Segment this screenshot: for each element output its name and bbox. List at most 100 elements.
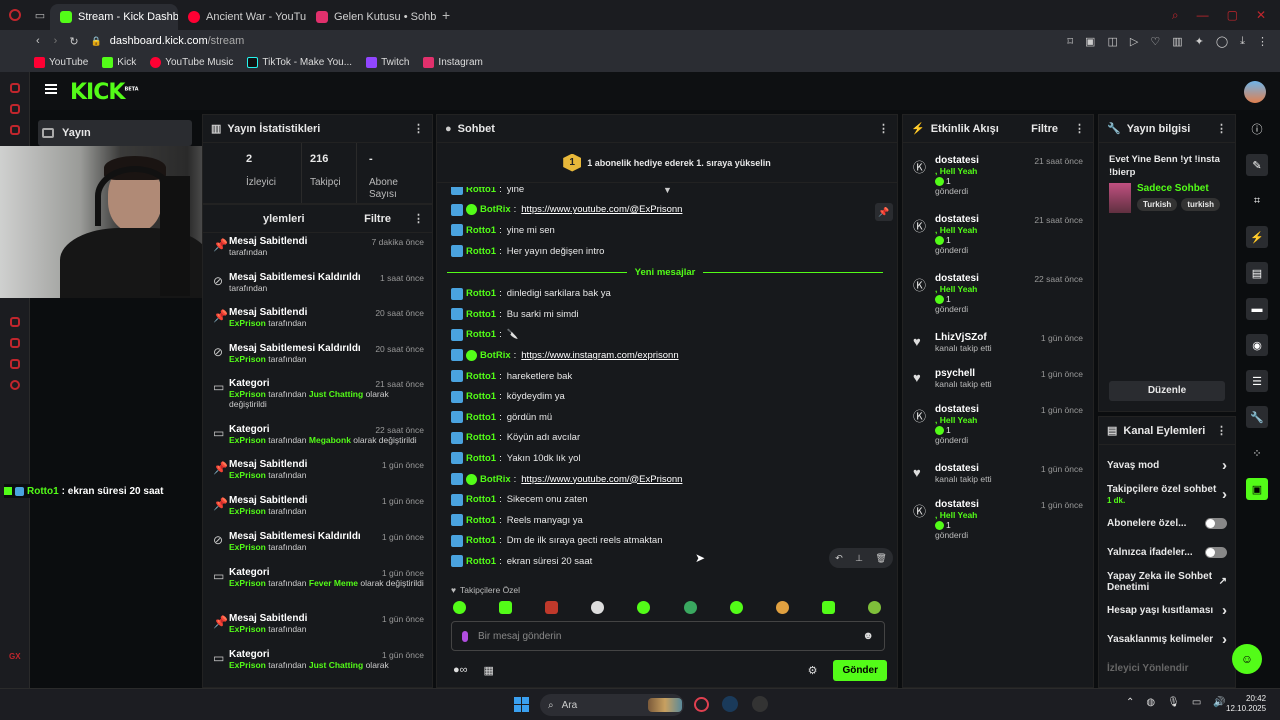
download-icon[interactable]: ⤓	[1240, 35, 1245, 48]
mod-actions-filter-button[interactable]: Filtre	[364, 213, 391, 225]
activity-item[interactable]: ♥ LhizVjSZof 1 gün önce kanalı takip etti	[903, 326, 1093, 362]
browser-menu-icon[interactable]	[0, 0, 30, 30]
mod-action-user[interactable]: ExPrison	[229, 435, 266, 445]
tools-icon[interactable]: 🔧	[1246, 406, 1268, 428]
activity-item[interactable]: Ⓚdostatesi 21 saat önce, Hell Yeah 1 gönder…	[903, 149, 1093, 208]
sidebar-bag-icon[interactable]	[9, 104, 20, 114]
steam-taskbar-icon[interactable]	[722, 696, 738, 712]
chat-message[interactable]: Rotto1: Sikecem onu zaten	[445, 489, 885, 510]
new-tab-button[interactable]: +	[436, 7, 456, 23]
back-icon[interactable]: ‹	[36, 35, 40, 47]
tray-mic-icon[interactable]: 🎙	[1167, 697, 1180, 708]
chat-username[interactable]: Rotto1	[466, 391, 496, 402]
opera-gx-taskbar-icon[interactable]	[694, 697, 709, 712]
chat-message[interactable]: BotRix: https://www.instagram.com/expriso…	[445, 345, 885, 366]
mod-action-user[interactable]: ExPrison	[229, 318, 266, 328]
tab-kick-dashboard[interactable]: Stream - Kick Dashboard	[50, 4, 178, 30]
site-info-icon[interactable]: 🔒	[91, 36, 102, 47]
search-tabs-icon[interactable]: ⌕	[1172, 8, 1179, 23]
mod-action-user[interactable]: ExPrison	[229, 542, 266, 552]
clock[interactable]: 20:42 12.10.2025	[1226, 694, 1266, 714]
minimize-button[interactable]: —	[1197, 8, 1209, 23]
toggle-switch[interactable]	[1205, 547, 1227, 558]
emote-2-icon[interactable]	[499, 601, 513, 614]
chat-message[interactable]: Rotto1: yine	[445, 187, 885, 200]
broadcast-icon[interactable]: ◉	[1246, 334, 1268, 356]
chat-message[interactable]: Rotto1: Köyün adı avcılar	[445, 428, 885, 449]
document-icon[interactable]: ▤	[1246, 262, 1268, 284]
activity-item[interactable]: ♥ psychell 1 gün önce kanalı takip etti	[903, 362, 1093, 398]
channel-action-item[interactable]: Yalnızca ifadeler...	[1099, 538, 1235, 567]
chat-message[interactable]: Rotto1: 🔪	[445, 325, 885, 346]
info-icon[interactable]: ⓘ	[1246, 118, 1268, 140]
maximize-button[interactable]: ▢	[1227, 8, 1238, 23]
channel-action-item[interactable]: Hesap yaşı kısıtlaması ›	[1099, 596, 1235, 625]
activity-item[interactable]: Ⓚdostatesi 21 saat önce, Hell Yeah 1 gönder…	[903, 208, 1093, 267]
tab-ancient-war[interactable]: Ancient War - YouTub	[178, 4, 306, 30]
chat-message[interactable]: Rotto1: Dm de ilk sıraya gecti reels atma…	[445, 531, 885, 552]
tab-overview-icon[interactable]: ▭	[30, 9, 50, 22]
chat-username[interactable]: Rotto1	[466, 371, 496, 382]
chat-message[interactable]: Rotto1: Bu sarki mi simdi	[445, 304, 885, 325]
chat-link[interactable]: https://www.youtube.com/@ExPrisonn	[521, 474, 682, 485]
chat-username[interactable]: Rotto1	[466, 494, 496, 505]
drops-icon[interactable]: ⁘	[1246, 442, 1268, 464]
sidebar-cube-icon[interactable]	[9, 359, 20, 369]
play-icon[interactable]: ▷	[1130, 35, 1138, 48]
profile-icon[interactable]: ◯	[1216, 35, 1228, 48]
stats-menu-icon[interactable]: ⋮	[413, 122, 424, 135]
chat-username[interactable]: Rotto1	[466, 453, 496, 464]
activity-item[interactable]: Ⓚdostatesi 1 gün önce, Hell Yeah 1 gönderdi	[903, 398, 1093, 457]
reload-icon[interactable]: ↻	[69, 35, 78, 48]
channel-action-item[interactable]: Takipçilere özel sohbet 1 dk. ›	[1099, 480, 1235, 509]
tab-instagram-inbox[interactable]: Gelen Kutusu • Sohbetler	[306, 4, 436, 30]
chat-message[interactable]: Rotto1: dinledigi sarkilara bak ya	[445, 283, 885, 304]
emote-3-icon[interactable]	[545, 601, 559, 614]
chat-settings-icon[interactable]: ⚙	[808, 664, 818, 677]
tag-turkish[interactable]: Turkish	[1137, 198, 1178, 211]
chat-username[interactable]: Rotto1	[466, 329, 496, 340]
menu-icon[interactable]: ⋮	[1257, 35, 1268, 48]
chat-username[interactable]: BotRix	[480, 204, 511, 215]
emote-8-icon[interactable]	[775, 601, 789, 614]
chat-message[interactable]: Rotto1: yine mi sen	[445, 220, 885, 241]
mod-action-user[interactable]: ExPrison	[229, 578, 266, 588]
chat-menu-icon[interactable]: ⋮	[878, 122, 889, 135]
chat-icon[interactable]: ▬	[1246, 298, 1268, 320]
channel-action-item[interactable]: Yavaş mod ›	[1099, 451, 1235, 480]
lightning-icon[interactable]: ⚡	[1246, 226, 1268, 248]
gift-banner[interactable]: 1 1 abonelik hediye ederek 1. sıraya yük…	[437, 143, 897, 183]
reply-icon[interactable]: ↶	[835, 553, 843, 564]
sidebar-home-icon[interactable]	[9, 83, 20, 93]
stream-info-menu-icon[interactable]: ⋮	[1216, 122, 1227, 135]
channel-actions-menu-icon[interactable]: ⋮	[1216, 424, 1227, 437]
mod-action-user[interactable]: ExPrison	[229, 624, 266, 634]
tag-turkish-lower[interactable]: turkish	[1181, 198, 1220, 211]
tray-vpn-icon[interactable]: ◍	[1146, 697, 1155, 708]
chat-message[interactable]: Rotto1: Her yayın değişen intro	[445, 241, 885, 262]
taskbar-search[interactable]: ⌕ Ara	[540, 694, 684, 716]
bookmark-twitch[interactable]: Twitch	[366, 56, 409, 68]
store-icon[interactable]: ▦	[484, 664, 494, 677]
chat-link[interactable]: https://www.youtube.com/@ExPrisonn	[521, 204, 682, 215]
tray-volume-icon[interactable]: 🔊	[1213, 697, 1225, 708]
chat-link[interactable]: https://www.instagram.com/exprisonn	[521, 350, 678, 361]
emoji-icon[interactable]: ☻	[862, 630, 874, 642]
mod-action-category[interactable]: Fever Meme	[309, 578, 358, 588]
emote-6-icon[interactable]	[683, 601, 697, 614]
activity-menu-icon[interactable]: ⋮	[1074, 122, 1085, 135]
emote-1-icon[interactable]	[453, 601, 466, 614]
channel-action-item[interactable]: Yasaklanmış kelimeler ›	[1099, 625, 1235, 654]
microphone-icon[interactable]	[462, 630, 468, 642]
mod-action-category[interactable]: Just Chatting	[309, 660, 363, 670]
sidebar-twitch-icon[interactable]	[9, 125, 20, 135]
url-field[interactable]: dashboard.kick.com/stream	[110, 35, 245, 47]
mod-actions-menu-icon[interactable]: ⋮	[413, 212, 424, 225]
chat-username[interactable]: BotRix	[480, 474, 511, 485]
wallet-icon[interactable]: ▥	[1172, 35, 1182, 48]
mod-action-user[interactable]: ExPrison	[229, 506, 266, 516]
nav-item-yayin[interactable]: Yayın	[38, 120, 192, 146]
chat-message[interactable]: Rotto1: köydeydim ya	[445, 386, 885, 407]
edit-button[interactable]: Düzenle	[1109, 381, 1225, 401]
bookmark-youtube-music[interactable]: YouTube Music	[150, 56, 233, 68]
